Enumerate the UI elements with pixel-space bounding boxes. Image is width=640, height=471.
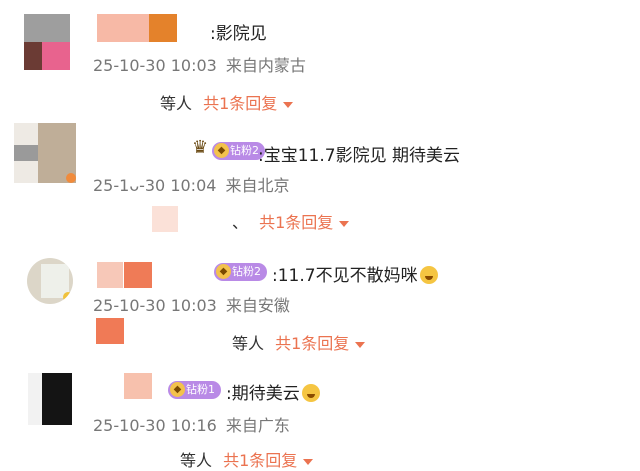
reply-user-blurred[interactable] [152, 206, 178, 232]
comment-item: ◆ 钻粉2 :11.7不见不散妈咪 25-10-30 10:03 来自安徽 等人… [0, 230, 640, 353]
avatar[interactable] [28, 373, 72, 425]
username-blurred[interactable] [97, 262, 123, 288]
caret-down-icon [339, 220, 350, 227]
comment-text: :11.7不见不散妈咪 [272, 261, 438, 286]
avatar[interactable] [14, 123, 76, 183]
comment-text: :影院见 [210, 24, 267, 44]
comment-text-body: :11.7不见不散妈咪 [272, 266, 418, 286]
comment-time: 25-10-30 10:03 [93, 296, 217, 315]
fan-badge: ◆ 钻粉1 [168, 381, 221, 399]
avatar[interactable] [27, 258, 73, 304]
username-blurred[interactable] [124, 373, 152, 399]
reply-prefix: 等人 [180, 451, 213, 470]
comment-location: 来自内蒙古 [225, 56, 306, 75]
comment-item: ♛ ◆ 钻粉2 :宝宝11.7影院见 期待美云 25-1ᴗ-30 10:04 来… [0, 115, 640, 232]
diamond-fan-icon: ◆ [214, 143, 229, 158]
caret-down-icon [303, 458, 314, 465]
comment-text: :期待美云 [226, 379, 320, 404]
fan-badge-label: 钻粉1 [186, 383, 215, 396]
fan-badge-label: 钻粉2 [232, 265, 261, 278]
reply-user-blurred[interactable] [96, 318, 124, 344]
comment-text-body: :期待美云 [226, 384, 300, 404]
comment-meta: 25-1ᴗ-30 10:04 来自北京 [93, 172, 290, 196]
comment-location: 来自广东 [225, 416, 290, 435]
username-blurred[interactable] [149, 14, 177, 42]
comment-time: 25-10-30 10:16 [93, 416, 217, 435]
username-blurred[interactable] [97, 14, 149, 42]
view-replies-link[interactable]: 共1条回复 [203, 94, 294, 113]
comment-meta: 25-10-30 10:03 来自内蒙古 [93, 52, 306, 76]
fan-badge: ◆ 钻粉2 [214, 263, 267, 281]
comment-meta: 25-10-30 10:03 来自安徽 [93, 292, 290, 316]
diamond-fan-icon: ◆ [170, 382, 185, 397]
comment-item: ◆ 钻粉1 :期待美云 25-10-30 10:16 来自广东 等人 共1条回复 [0, 345, 640, 470]
username-partial [96, 139, 156, 160]
reply-row: 等人 共1条回复 [160, 90, 294, 114]
comment-location: 来自安徽 [225, 296, 290, 315]
username-blurred[interactable] [124, 262, 152, 288]
comment-meta: 25-10-30 10:16 来自广东 [93, 412, 290, 436]
avatar[interactable] [24, 14, 70, 70]
view-replies-link[interactable]: 共1条回复 [223, 451, 314, 470]
crown-icon: ♛ [192, 137, 209, 158]
comment-item: :影院见 25-10-30 10:03 来自内蒙古 等人 共1条回复 [0, 0, 640, 115]
comment-time: 25-1ᴗ-30 10:04 [93, 176, 217, 195]
comment-text: :宝宝11.7影院见 期待美云 [258, 146, 460, 166]
view-replies-label: 共1条回复 [203, 94, 278, 113]
fan-badge-label: 钻粉2 [230, 144, 259, 157]
diamond-fan-icon: ◆ [216, 264, 231, 279]
emoji-icon [301, 384, 320, 402]
caret-down-icon [283, 101, 294, 108]
comment-location: 来自北京 [225, 176, 290, 195]
comment-time: 25-10-30 10:03 [93, 56, 217, 75]
view-replies-label: 共1条回复 [223, 451, 298, 470]
reply-row: 等人 共1条回复 [180, 447, 314, 471]
reply-prefix: 等人 [160, 94, 193, 113]
emoji-icon [419, 266, 438, 284]
